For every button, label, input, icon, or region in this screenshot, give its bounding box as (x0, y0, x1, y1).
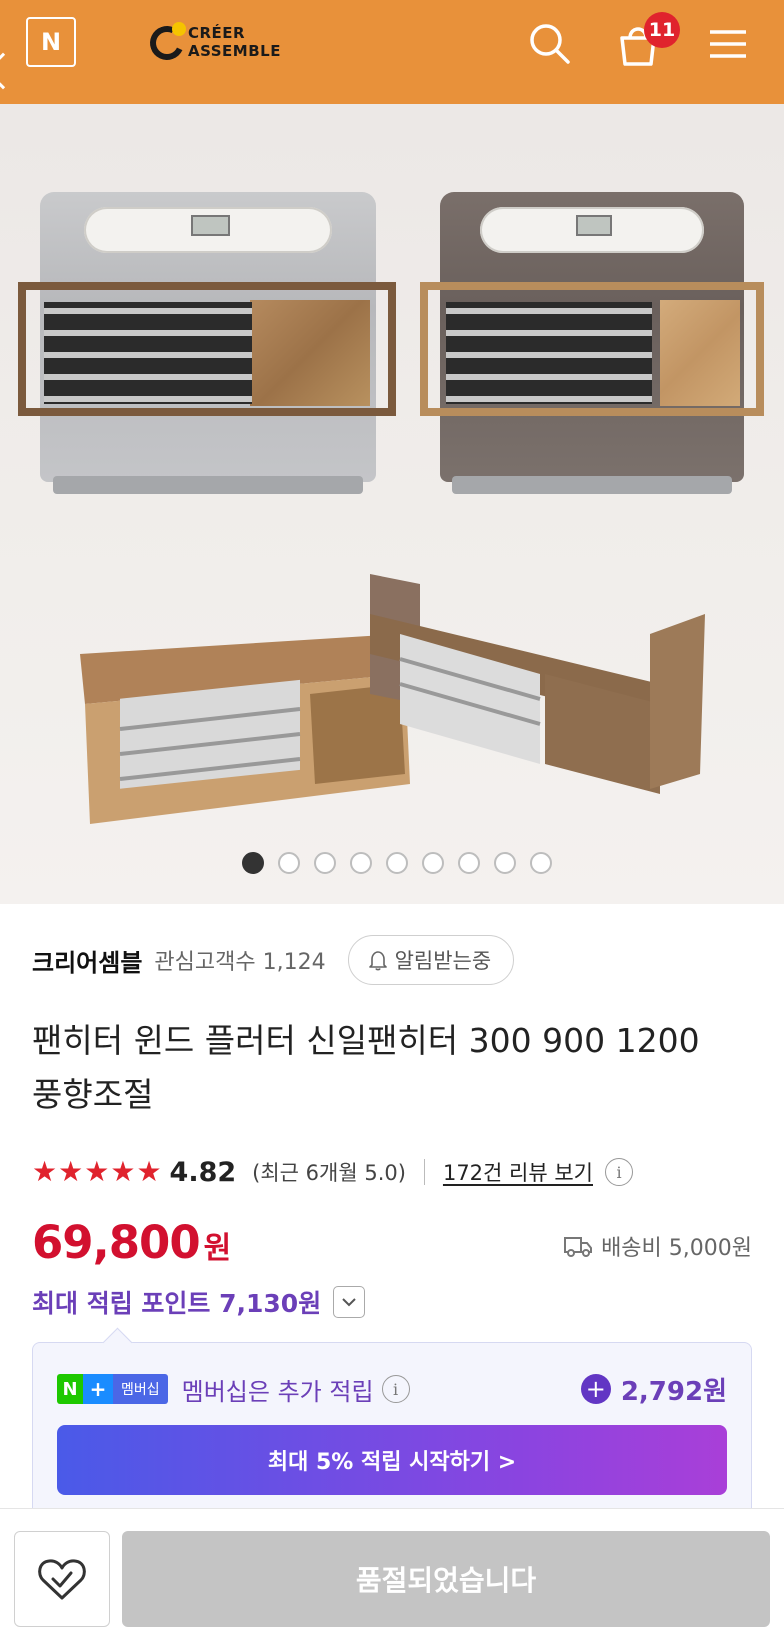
shipping-info: 배송비 5,000원 (563, 1226, 752, 1266)
naver-badge-letter: N (40, 28, 62, 56)
search-icon[interactable] (526, 20, 574, 68)
soldout-button[interactable]: 품절되었습니다 (122, 1531, 770, 1627)
membership-box: N + 멤버십 멤버십은 추가 적립 i + 2,792원 최대 5% 적립 시… (32, 1342, 752, 1512)
rating-recent: (최근 6개월 5.0) (252, 1161, 406, 1185)
points-expand-button[interactable] (333, 1286, 366, 1318)
chevron-down-icon (342, 1298, 356, 1307)
back-icon[interactable] (0, 52, 22, 90)
info-icon[interactable]: i (381, 1375, 410, 1403)
rating-stars: ★ ★ ★ ★ ★ (32, 1158, 162, 1186)
cart-count-badge: 11 (644, 12, 680, 48)
price-amount: 69,800 (32, 1216, 201, 1269)
product-title: 팬히터 윈드 플러터 신일팬히터 300 900 1200 풍향조절 (32, 1021, 700, 1114)
price: 69,800 원 (32, 1216, 231, 1272)
bottom-action-bar: 품절되었습니다 (0, 1508, 784, 1650)
seller-row: 크리어셈블 관심고객수 1,124 알림받는중 (32, 934, 515, 986)
gallery-dot[interactable] (386, 852, 408, 874)
gallery-dot[interactable] (278, 852, 300, 874)
np-n: N (57, 1374, 83, 1404)
star-icon: ★ (136, 1155, 162, 1188)
wishlist-button[interactable] (14, 1531, 110, 1627)
naver-home-icon[interactable]: N (26, 17, 76, 67)
membership-start-button[interactable]: 최대 5% 적립 시작하기 > (57, 1425, 727, 1495)
gallery-dot-active[interactable] (242, 852, 264, 874)
gallery-dot[interactable] (530, 852, 552, 874)
gallery-dot[interactable] (350, 852, 372, 874)
product-image[interactable] (0, 104, 784, 904)
max-points-label: 최대 적립 포인트 7,130원 (32, 1289, 322, 1318)
gallery-dot[interactable] (314, 852, 336, 874)
np-label: 멤버십 (113, 1374, 168, 1404)
star-icon: ★ (32, 1155, 58, 1188)
info-icon[interactable]: i (605, 1158, 633, 1186)
star-icon: ★ (84, 1155, 110, 1188)
membership-bonus: + 2,792원 (580, 1371, 727, 1408)
np-plus: + (83, 1374, 113, 1404)
naver-plus-membership-badge: N + 멤버십 (57, 1374, 168, 1404)
seller-name-link[interactable]: 크리어셈블 (32, 943, 142, 978)
store-logo[interactable]: CRÉER ASSEMBLE (145, 18, 300, 68)
logo-line1: CRÉER (188, 24, 246, 42)
divider (423, 1159, 425, 1185)
logo-dot-icon (172, 22, 186, 36)
star-icon: ★ (110, 1155, 136, 1188)
bell-icon (368, 951, 387, 971)
review-link[interactable]: 172건 리뷰 보기 (443, 1157, 593, 1187)
loose-frame-right-image (370, 574, 705, 794)
logo-line2: ASSEMBLE (188, 42, 281, 60)
star-icon: ★ (58, 1155, 84, 1188)
delivery-truck-icon (564, 1237, 593, 1257)
price-unit: 원 (203, 1231, 232, 1266)
rating-row: ★ ★ ★ ★ ★ 4.82 (최근 6개월 5.0) 172건 리뷰 보기 i (32, 1150, 633, 1194)
shipping-label: 배송비 5,000원 (601, 1236, 752, 1261)
gallery-dot[interactable] (494, 852, 516, 874)
top-header: N CRÉER ASSEMBLE 11 (0, 0, 784, 104)
points-row: 최대 적립 포인트 7,130원 (32, 1280, 366, 1324)
gallery-dot[interactable] (458, 852, 480, 874)
alarm-label: 알림받는중 (394, 949, 492, 973)
heart-check-icon (38, 1559, 86, 1600)
alarm-toggle-button[interactable]: 알림받는중 (347, 935, 515, 985)
rating-value: 4.82 (169, 1156, 237, 1188)
seller-fan-count: 관심고객수 1,124 (154, 950, 326, 975)
menu-icon[interactable] (704, 20, 752, 68)
membership-text: 멤버십은 추가 적립 (181, 1377, 374, 1406)
gallery-dot[interactable] (422, 852, 444, 874)
plus-circle-icon: + (580, 1374, 611, 1404)
gallery-pagination (0, 852, 784, 874)
membership-bonus-amount: 2,792원 (620, 1376, 727, 1407)
